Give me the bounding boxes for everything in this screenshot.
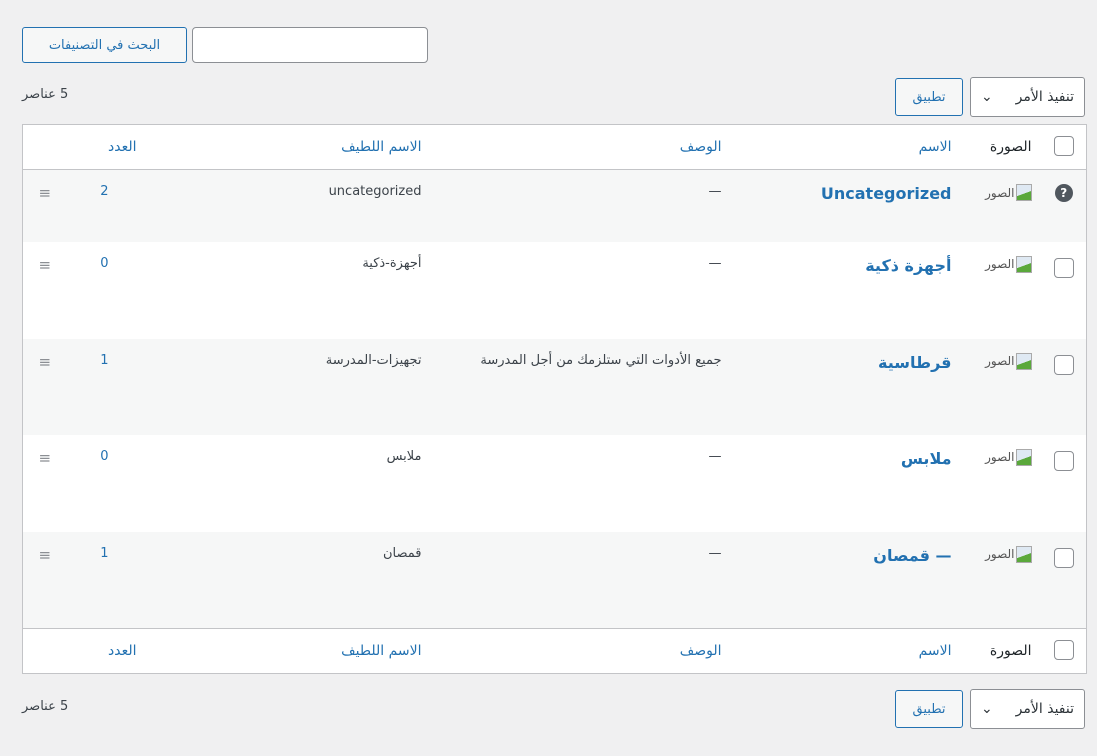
drag-handle-icon[interactable]: ≡ (22, 531, 67, 629)
category-slug: uncategorized (146, 169, 432, 242)
column-slug-sort[interactable]: الاسم اللطيف (146, 124, 432, 170)
category-thumbnail: الصور (985, 184, 1032, 201)
column-description-footer[interactable]: الوصف (431, 628, 732, 674)
category-description: جميع الأدوات التي ستلزمك من أجل المدرسة (431, 338, 732, 435)
column-name-sort[interactable]: الاسم (731, 124, 962, 170)
image-alt-text: الصور (985, 450, 1015, 464)
column-description-sort[interactable]: الوصف (431, 124, 732, 170)
items-count-bottom: 5 عناصر (22, 699, 69, 714)
items-count-top: 5 عناصر (22, 87, 69, 102)
category-count-link[interactable]: 1 (66, 531, 147, 629)
search-categories-input[interactable] (192, 27, 428, 63)
table-row: الصور — قمصان — قمصان 1 ≡ (22, 531, 1087, 629)
bulk-actions-label: تنفيذ الأمر (1015, 701, 1074, 717)
bulk-actions-select-top[interactable]: تنفيذ الأمر ⌄ (970, 77, 1085, 117)
category-name-link[interactable]: ملابس (901, 449, 952, 468)
bulk-actions-label: تنفيذ الأمر (1015, 89, 1074, 105)
column-count-sort[interactable]: العدد (66, 124, 147, 170)
category-description: — (708, 448, 722, 464)
category-description: — (708, 255, 722, 271)
category-slug: أجهزة-ذكية (362, 255, 422, 271)
categories-table: الصورة الاسم الوصف الاسم اللطيف العدد ? … (22, 124, 1087, 674)
category-name-link[interactable]: أجهزة ذكية (865, 256, 951, 275)
select-all-checkbox-footer[interactable] (1053, 640, 1074, 660)
drag-handle-icon[interactable]: ≡ (22, 169, 67, 242)
category-slug: تجهيزات-المدرسة (146, 338, 432, 435)
help-icon[interactable]: ? (1054, 184, 1073, 202)
broken-image-icon (1015, 448, 1032, 466)
category-slug: ملابس (386, 448, 422, 464)
row-checkbox[interactable] (1053, 257, 1074, 278)
chevron-down-icon: ⌄ (981, 701, 993, 717)
apply-button-bottom[interactable]: تطبيق (895, 690, 963, 728)
column-slug-footer[interactable]: الاسم اللطيف (146, 628, 432, 674)
category-count-link[interactable]: 2 (66, 169, 147, 242)
category-name-link[interactable]: قرطاسية (878, 353, 951, 372)
drag-handle-icon[interactable]: ≡ (23, 435, 67, 532)
row-checkbox[interactable] (1053, 450, 1074, 471)
select-all-checkbox[interactable] (1053, 136, 1074, 156)
category-slug: قمصان (146, 531, 432, 629)
category-count-link[interactable]: 0 (67, 242, 147, 339)
search-categories-button[interactable]: البحث في التصنيفات (22, 27, 187, 63)
column-image: الصورة (961, 124, 1042, 170)
category-thumbnail: الصور (985, 255, 1032, 273)
category-name-link[interactable]: — قمصان (873, 546, 951, 565)
broken-image-icon (1015, 352, 1032, 370)
table-row: ? الصور Uncategorized — uncategorized 2 … (22, 169, 1087, 242)
row-checkbox[interactable] (1053, 547, 1074, 568)
table-row: الصور قرطاسية جميع الأدوات التي ستلزمك م… (22, 338, 1087, 435)
category-count-link[interactable]: 0 (67, 435, 147, 532)
table-row: الصور ملابس — ملابس 0 ≡ (23, 435, 1087, 532)
column-name-footer[interactable]: الاسم (731, 628, 962, 674)
broken-image-icon (1015, 545, 1032, 563)
category-description: — (431, 169, 732, 242)
broken-image-icon (1015, 184, 1032, 201)
column-count-footer[interactable]: العدد (66, 628, 147, 674)
apply-button-top[interactable]: تطبيق (895, 78, 963, 116)
table-row: الصور أجهزة ذكية — أجهزة-ذكية 0 ≡ (23, 242, 1087, 339)
image-alt-text: الصور (985, 354, 1015, 368)
column-image-footer: الصورة (961, 628, 1042, 674)
image-alt-text: الصور (985, 185, 1015, 200)
category-count-link[interactable]: 1 (66, 338, 147, 435)
category-description: — (431, 531, 732, 629)
category-thumbnail: الصور (985, 352, 1032, 370)
broken-image-icon (1015, 255, 1032, 273)
category-thumbnail: الصور (985, 448, 1032, 466)
category-thumbnail: الصور (985, 545, 1032, 563)
drag-handle-icon[interactable]: ≡ (23, 242, 67, 339)
image-alt-text: الصور (985, 547, 1015, 561)
category-name-link[interactable]: Uncategorized (821, 184, 952, 203)
image-alt-text: الصور (985, 257, 1015, 271)
row-checkbox[interactable] (1053, 354, 1074, 375)
bulk-actions-select-bottom[interactable]: تنفيذ الأمر ⌄ (970, 689, 1085, 729)
drag-handle-icon[interactable]: ≡ (22, 338, 67, 435)
chevron-down-icon: ⌄ (981, 89, 993, 105)
